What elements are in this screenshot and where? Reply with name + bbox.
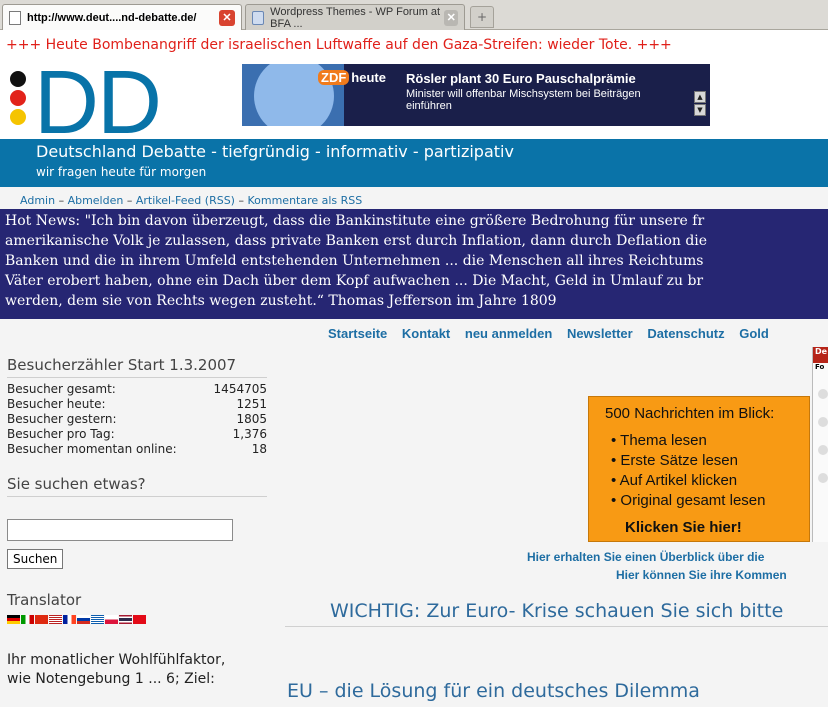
yellow-dot bbox=[10, 109, 26, 125]
counter-row: Besucher gestern: 1805 bbox=[7, 412, 267, 426]
flag-turkey-icon[interactable] bbox=[133, 615, 146, 624]
hot-news-line: Väter erobert haben, ohne ein Dach über … bbox=[5, 273, 704, 289]
zdf-logo: ZDF heute bbox=[318, 70, 386, 85]
promo-item: Auf Artikel klicken bbox=[611, 471, 766, 491]
hot-news-line: Hot News: "Ich bin davon überzeugt, dass… bbox=[5, 213, 705, 229]
banner-subline: Minister will offenbar Mischsystem bei B… bbox=[406, 88, 641, 112]
plus-icon[interactable]: + bbox=[470, 6, 494, 28]
promo-cta[interactable]: Klicken Sie hier! bbox=[625, 519, 742, 536]
counter-row: Besucher momentan online: 18 bbox=[7, 442, 267, 456]
tab-title: Wordpress Themes - WP Forum at BFA ... bbox=[270, 5, 441, 30]
comments-rss-link[interactable]: Kommentare als RSS bbox=[247, 194, 362, 207]
translator-flags bbox=[7, 615, 267, 624]
article-title[interactable]: EU – die Lösung für ein deutsches Dilemm… bbox=[287, 680, 700, 702]
flag-france-icon[interactable] bbox=[63, 615, 76, 624]
close-icon[interactable]: ✕ bbox=[219, 9, 235, 26]
arrow-down-icon[interactable]: ▼ bbox=[694, 104, 706, 116]
flag-greece-icon[interactable] bbox=[91, 615, 104, 624]
site-tagline: Deutschland Debatte - tiefgründig - info… bbox=[36, 142, 514, 161]
black-dot bbox=[10, 71, 26, 87]
comments-link[interactable]: Hier können Sie ihre Kommen bbox=[616, 568, 787, 582]
promo-title: 500 Nachrichten im Blick: bbox=[605, 405, 775, 422]
translator-title: Translator bbox=[7, 591, 82, 609]
search-widget-title: Sie suchen etwas? bbox=[7, 475, 267, 497]
logout-link[interactable]: Abmelden bbox=[68, 194, 124, 207]
promo-item: Erste Sätze lesen bbox=[611, 451, 766, 471]
radio-option[interactable] bbox=[818, 417, 828, 427]
promo-item: Thema lesen bbox=[611, 431, 766, 451]
tab-deutschland-debatte[interactable]: http://www.deut....nd-debatte.de/ ✕ bbox=[2, 4, 242, 30]
hot-news-line: amerikanische Volk je zulassen, dass pri… bbox=[5, 233, 708, 249]
nav-datenschutz[interactable]: Datenschutz bbox=[647, 326, 724, 341]
site-subtagline: wir fragen heute für morgen bbox=[36, 165, 207, 179]
poll-widget: De Fo bbox=[812, 347, 828, 542]
site-header: DD ZDF heute Rösler plant 30 Euro Pauscha… bbox=[0, 58, 828, 187]
zdf-news-banner[interactable]: ZDF heute Rösler plant 30 Euro Pauschalpr… bbox=[242, 64, 710, 126]
browser-tab-bar: http://www.deut....nd-debatte.de/ ✕ Word… bbox=[0, 0, 828, 30]
flag-usa-icon[interactable] bbox=[49, 615, 62, 624]
admin-link[interactable]: Admin bbox=[20, 194, 55, 207]
flag-russia-icon[interactable] bbox=[77, 615, 90, 624]
visitor-counter-title: Besucherzähler Start 1.3.2007 bbox=[7, 356, 267, 378]
nav-startseite[interactable]: Startseite bbox=[328, 326, 387, 341]
search-button[interactable]: Suchen bbox=[7, 549, 64, 569]
nav-newsletter[interactable]: Newsletter bbox=[567, 326, 633, 341]
red-dot bbox=[10, 90, 26, 106]
hot-news-box: Hot News: "Ich bin davon überzeugt, dass… bbox=[0, 209, 828, 319]
counter-row: Besucher pro Tag: 1,376 bbox=[7, 427, 267, 441]
nav-kontakt[interactable]: Kontakt bbox=[402, 326, 450, 341]
promo-list: Thema lesen Erste Sätze lesen Auf Artike… bbox=[611, 431, 766, 511]
nav-gold[interactable]: Gold bbox=[739, 326, 769, 341]
site-logo[interactable]: DD bbox=[34, 58, 162, 148]
nav-neu-anmelden[interactable]: neu anmelden bbox=[465, 326, 552, 341]
hot-news-line: werden, dem sie von Rechts wegen zusteht… bbox=[5, 293, 557, 309]
important-notice[interactable]: WICHTIG: Zur Euro- Krise schauen Sie sic… bbox=[330, 600, 783, 622]
search-input[interactable] bbox=[7, 519, 233, 541]
tab-title: http://www.deut....nd-debatte.de/ bbox=[27, 11, 197, 24]
page-icon bbox=[9, 10, 21, 25]
flag-china-icon[interactable] bbox=[35, 615, 48, 624]
overview-link[interactable]: Hier erhalten Sie einen Überblick über d… bbox=[527, 550, 764, 564]
wellbeing-text: Ihr monatlicher Wohlfühlfaktor, wie Note… bbox=[7, 652, 226, 687]
counter-row: Besucher gesamt: 1454705 bbox=[7, 382, 267, 396]
divider bbox=[285, 626, 828, 627]
flag-thailand-icon[interactable] bbox=[119, 615, 132, 624]
tab-wordpress-forum[interactable]: Wordpress Themes - WP Forum at BFA ... ✕ bbox=[245, 4, 465, 30]
poll-widget-header: De bbox=[813, 347, 828, 363]
radio-option[interactable] bbox=[818, 473, 828, 483]
main-navigation: Startseite Kontakt neu anmelden Newslett… bbox=[328, 326, 780, 341]
wordpress-icon bbox=[252, 10, 265, 25]
flag-italy-icon[interactable] bbox=[21, 615, 34, 624]
flag-germany-icon[interactable] bbox=[7, 615, 20, 624]
admin-bar: Admin – Abmelden – Artikel-Feed (RSS) – … bbox=[0, 187, 828, 209]
close-icon[interactable]: ✕ bbox=[444, 9, 458, 26]
counter-row: Besucher heute: 1251 bbox=[7, 397, 267, 411]
hot-news-line: Banken und die in ihrem Umfeld entstehen… bbox=[5, 253, 704, 269]
sidebar: Besucherzähler Start 1.3.2007 Besucher g… bbox=[7, 356, 267, 689]
flag-poland-icon[interactable] bbox=[105, 615, 118, 624]
radio-option[interactable] bbox=[818, 389, 828, 399]
poll-widget-sub: Fo bbox=[815, 363, 825, 371]
news-promo-box[interactable]: 500 Nachrichten im Blick: Thema lesen Er… bbox=[588, 396, 810, 542]
radio-option[interactable] bbox=[818, 445, 828, 455]
arrow-up-icon[interactable]: ▲ bbox=[694, 91, 706, 103]
promo-item: Original gesamt lesen bbox=[611, 491, 765, 511]
rss-feed-link[interactable]: Artikel-Feed (RSS) bbox=[136, 194, 235, 207]
banner-headline[interactable]: Rösler plant 30 Euro Pauschalprämie bbox=[406, 71, 636, 86]
